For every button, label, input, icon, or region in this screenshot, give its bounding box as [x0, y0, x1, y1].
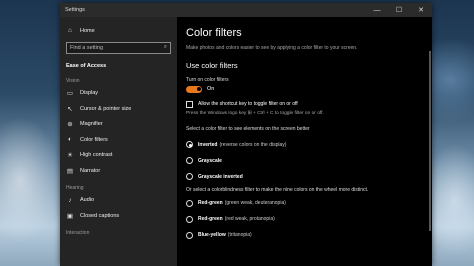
radio-button[interactable]: [186, 199, 193, 207]
group-label-hearing: Hearing: [66, 184, 84, 191]
filter-select-label: Select a color filter to see elements on…: [186, 125, 310, 132]
window-title: Settings: [65, 7, 85, 13]
toggle-state: On: [207, 86, 215, 92]
radio-button[interactable]: [186, 231, 193, 239]
color-filter-icon: ◐: [68, 136, 72, 144]
cursor-icon: ↖: [67, 105, 73, 113]
main-content: Color filters Make photos and colors eas…: [177, 17, 432, 266]
color-filters-toggle[interactable]: [186, 85, 202, 93]
filter-name: Blue-yellow: [198, 232, 226, 238]
search-placeholder: Find a setting: [70, 44, 104, 51]
sidebar-item-magnifier[interactable]: ⊕ Magnifier: [60, 117, 177, 133]
contrast-icon: ☀: [67, 152, 73, 160]
filter-option-tritanopia[interactable]: Blue-yellow (tritanopia): [186, 227, 432, 243]
speaker-icon: ♪: [68, 196, 72, 204]
filter-name: Red-green: [198, 200, 223, 206]
sidebar-item-label: Closed captions: [80, 212, 120, 219]
filter-subtitle: (green weak, deuteranopia): [224, 200, 286, 206]
sidebar-item-label: Display: [80, 90, 99, 97]
minimize-button[interactable]: —: [366, 3, 388, 17]
sidebar-item-home[interactable]: ⌂ Home: [60, 23, 177, 39]
captions-icon: ▣: [66, 212, 74, 220]
radio-button[interactable]: [186, 141, 193, 148]
sidebar-item-audio[interactable]: ♪ Audio: [60, 193, 177, 209]
sidebar-item-label: Color filters: [80, 136, 108, 143]
search-input[interactable]: Find a setting ⌕: [66, 41, 171, 54]
sidebar-item-label: High contrast: [80, 152, 113, 159]
group-label-vision: Vision: [66, 77, 80, 84]
filter-subtitle: (reverse colors on the display): [219, 141, 287, 148]
shortcut-label: Allow the shortcut key to toggle filter …: [198, 101, 298, 107]
sidebar-item-display[interactable]: ▭ Display: [60, 86, 177, 102]
sidebar-item-label: Magnifier: [80, 121, 103, 128]
filter-name: Grayscale inverted: [198, 173, 243, 180]
sidebar-item-label: Cursor & pointer size: [80, 105, 132, 112]
filter-option-deuteranopia[interactable]: Red-green (green weak, deuteranopia): [186, 195, 432, 211]
sidebar-item-label: Home: [80, 27, 95, 34]
filter-name: Red-green: [198, 216, 223, 222]
radio-button[interactable]: [186, 215, 193, 223]
sidebar-item-color-filters[interactable]: ◐ Color filters: [60, 132, 177, 148]
filter-option-grayscale-inverted[interactable]: Grayscale inverted: [186, 169, 432, 185]
sidebar-item-cursor[interactable]: ↖ Cursor & pointer size: [60, 101, 177, 117]
search-icon: ⌕: [163, 44, 167, 50]
sidebar-item-label: Narrator: [80, 167, 101, 174]
colorblind-label: Or select a colorblindness filter to mak…: [186, 186, 369, 193]
shortcut-checkbox-row[interactable]: Allow the shortcut key to toggle filter …: [186, 100, 432, 108]
magnifier-icon: ⊕: [67, 121, 73, 129]
maximize-button[interactable]: ☐: [388, 3, 410, 17]
settings-window: Settings — ☐ ✕ ⌂ Home Find a setting ⌕ E…: [60, 3, 432, 266]
page-title: Color filters: [186, 27, 242, 39]
title-bar: Settings — ☐ ✕: [60, 3, 432, 17]
filter-option-protanopia[interactable]: Red-green (red weak, protanopia): [186, 211, 432, 227]
section-title: Use color filters: [186, 60, 238, 70]
sidebar-item-label: Audio: [80, 197, 95, 204]
filter-name: Grayscale: [198, 157, 222, 164]
narrator-icon: ▤: [66, 167, 74, 175]
shortcut-checkbox[interactable]: [186, 100, 193, 108]
group-label-interaction: Interaction: [66, 229, 90, 236]
category-title: Ease of Access: [66, 62, 107, 69]
close-button[interactable]: ✕: [410, 3, 432, 17]
home-icon: ⌂: [68, 27, 72, 35]
sidebar-item-closed-captions[interactable]: ▣ Closed captions: [60, 208, 177, 224]
filter-option-grayscale[interactable]: Grayscale: [186, 153, 432, 169]
filter-subtitle: (red weak, protanopia): [224, 216, 275, 222]
filter-option-inverted[interactable]: Inverted (reverse colors on the display): [186, 137, 432, 153]
radio-button[interactable]: [186, 173, 193, 180]
sidebar: ⌂ Home Find a setting ⌕ Ease of Access V…: [60, 17, 177, 266]
filter-name: Inverted: [198, 141, 218, 148]
sidebar-item-high-contrast[interactable]: ☀ High contrast: [60, 148, 177, 164]
sidebar-item-narrator[interactable]: ▤ Narrator: [60, 163, 177, 179]
page-description: Make photos and colors easier to see by …: [186, 45, 358, 51]
toggle-label: Turn on color filters: [186, 76, 229, 83]
shortcut-hint: Press the Windows logo key ⊞ + Ctrl + C …: [186, 110, 324, 116]
display-icon: ▭: [66, 90, 74, 98]
radio-button[interactable]: [186, 157, 193, 164]
filter-subtitle: (tritanopia): [227, 232, 252, 238]
scrollbar[interactable]: [429, 51, 431, 231]
